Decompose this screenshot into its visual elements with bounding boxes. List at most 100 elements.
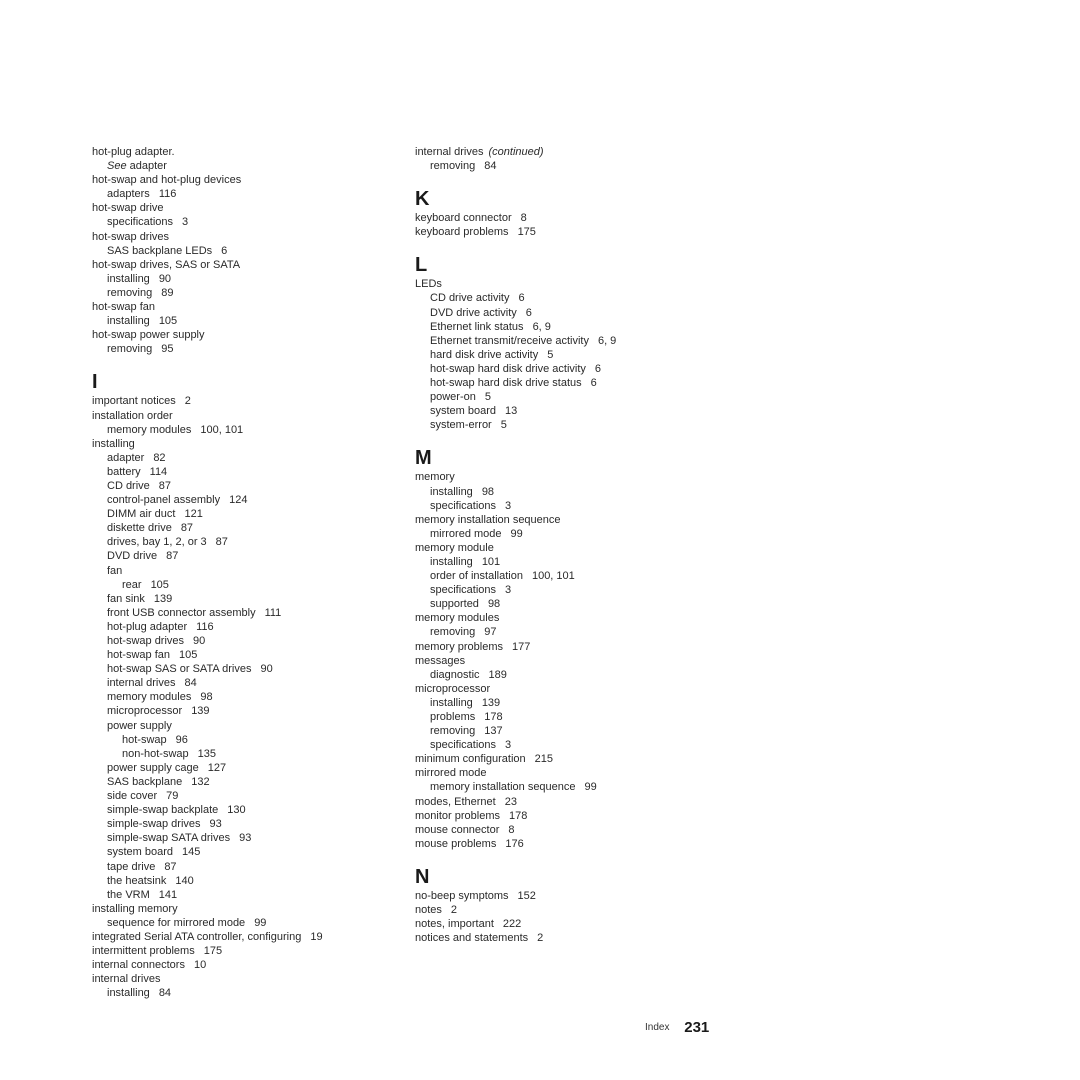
page-footer: Index 231 — [645, 1019, 709, 1036]
index-subentry: fan sink 139 — [92, 592, 392, 606]
entry-term: CD drive — [107, 479, 150, 492]
index-entry: internal drives — [92, 972, 392, 986]
entry-page-reference: 105 — [150, 578, 169, 591]
index-subentry: mirrored mode 99 — [415, 527, 715, 541]
index-subentry: specifications 3 — [415, 738, 715, 752]
entry-page-reference: 6 — [594, 362, 602, 375]
entry-page-reference: 139 — [191, 705, 210, 718]
entry-term: hot-swap drives — [92, 230, 170, 243]
index-entry: monitor problems 178 — [415, 809, 715, 823]
entry-term: memory installation sequence — [430, 781, 576, 794]
index-subentry: Ethernet transmit/receive activity 6, 9 — [415, 334, 715, 348]
index-column-left: hot-plug adapter. See adapter hot-swap and… — [92, 145, 392, 1000]
entry-page-reference: 111 — [264, 606, 282, 619]
entry-term: order of installation — [430, 570, 523, 583]
entry-term: hot-swap power supply — [92, 329, 205, 342]
entry-page-reference: 100, 101 — [531, 570, 575, 583]
index-subentry: battery 114 — [92, 465, 392, 479]
entry-term: adapters — [107, 188, 150, 201]
index-entry: installation order — [92, 409, 392, 423]
index-entry: integrated Serial ATA controller, config… — [92, 930, 392, 944]
entry-page-reference: 124 — [229, 494, 248, 507]
entry-term: CD drive activity — [430, 292, 510, 305]
entry-term: DVD drive activity — [430, 306, 517, 319]
entry-term: installing — [430, 555, 473, 568]
entry-term: installing — [107, 987, 150, 1000]
entry-term: installing — [107, 315, 150, 328]
entry-term: power supply — [107, 719, 172, 732]
index-subentry: DVD drive 87 — [92, 549, 392, 563]
entry-term: removing — [430, 626, 476, 639]
index-subentry: DIMM air duct 121 — [92, 507, 392, 521]
index-letter-heading: M — [415, 447, 432, 470]
index-subentry: installing 105 — [92, 314, 392, 328]
entry-term: sequence for mirrored mode — [107, 916, 246, 929]
index-letter-heading: L — [415, 254, 428, 277]
entry-page-reference: 132 — [191, 775, 210, 788]
entry-term: mouse connector — [415, 823, 500, 836]
entry-page-reference: 137 — [484, 725, 503, 738]
entry-term: hot-swap fan — [107, 649, 170, 662]
entry-term: DVD drive — [107, 550, 158, 563]
entry-term: intermittent problems — [92, 945, 195, 958]
entry-page-reference: 3 — [505, 739, 512, 752]
entry-term: memory — [415, 471, 455, 484]
index-subentry: rear 105 — [92, 578, 392, 592]
index-entry: memory installation sequence — [415, 513, 715, 527]
index-subentry: removing 84 — [415, 159, 715, 173]
entry-term: installing — [107, 272, 150, 285]
entry-term: specifications — [430, 499, 497, 512]
entry-term: removing — [430, 725, 476, 738]
entry-term: fan — [107, 564, 123, 577]
entry-term: hot-swap drive — [92, 202, 164, 215]
index-subentry: memory modules 100, 101 — [92, 423, 392, 437]
index-entry: internal connectors 10 — [92, 958, 392, 972]
index-subentry: diagnostic 189 — [415, 668, 715, 682]
entry-page-reference: 175 — [517, 226, 536, 239]
index-subentry: installing 84 — [92, 986, 392, 1000]
entry-term: simple-swap drives — [107, 818, 201, 831]
entry-page-reference: 140 — [175, 874, 194, 887]
entry-term: simple-swap SATA drives — [107, 832, 231, 845]
entry-term: non-hot-swap — [122, 747, 189, 760]
index-entry: messages — [415, 654, 715, 668]
entry-page-reference: 105 — [158, 315, 178, 328]
entry-page-reference: 99 — [510, 527, 523, 540]
entry-term: memory modules — [107, 691, 192, 704]
index-entry: keyboard connector 8 — [415, 211, 715, 225]
entry-page-reference: 3 — [182, 216, 189, 229]
entry-term: mirrored mode — [430, 527, 502, 540]
see-reference-label: See — [107, 160, 127, 173]
entry-page-reference: 114 — [149, 465, 168, 478]
entry-page-reference: 189 — [488, 668, 507, 681]
entry-term: diagnostic — [430, 668, 480, 681]
index-subentry: SAS backplane 132 — [92, 775, 392, 789]
entry-term: notes — [415, 904, 442, 917]
entry-term: hot-swap — [122, 733, 167, 746]
index-subentry: tape drive 87 — [92, 860, 392, 874]
entry-term: hot-swap hard disk drive activity — [430, 362, 586, 375]
index-subentry: hot-swap fan 105 — [92, 648, 392, 662]
entry-term: memory modules — [415, 612, 500, 625]
entry-page-reference: 87 — [166, 550, 179, 563]
entry-term: installing — [430, 485, 473, 498]
entry-term: microprocessor — [107, 705, 183, 718]
entry-page-reference: 6, 9 — [597, 334, 617, 347]
page-number: 231 — [684, 1019, 710, 1036]
entry-page-reference: 176 — [505, 837, 524, 850]
entry-term: keyboard connector — [415, 212, 512, 225]
index-subentry: problems 178 — [415, 710, 715, 724]
entry-page-reference: 3 — [505, 499, 512, 512]
entry-term: internal connectors — [92, 959, 185, 972]
entry-page-reference: 152 — [517, 889, 536, 902]
entry-term: battery — [107, 465, 141, 478]
entry-term: installing memory — [92, 902, 178, 915]
entry-term: power supply cage — [107, 761, 199, 774]
entry-page-reference: 145 — [182, 846, 201, 859]
index-subentry: hot-plug adapter 116 — [92, 620, 392, 634]
entry-page-reference: 175 — [203, 945, 223, 958]
index-subentry: power supply cage 127 — [92, 761, 392, 775]
see-reference-target: adapter — [129, 160, 167, 173]
index-entry: hot-swap power supply — [92, 328, 392, 342]
index-subentry: adapter 82 — [92, 451, 392, 465]
